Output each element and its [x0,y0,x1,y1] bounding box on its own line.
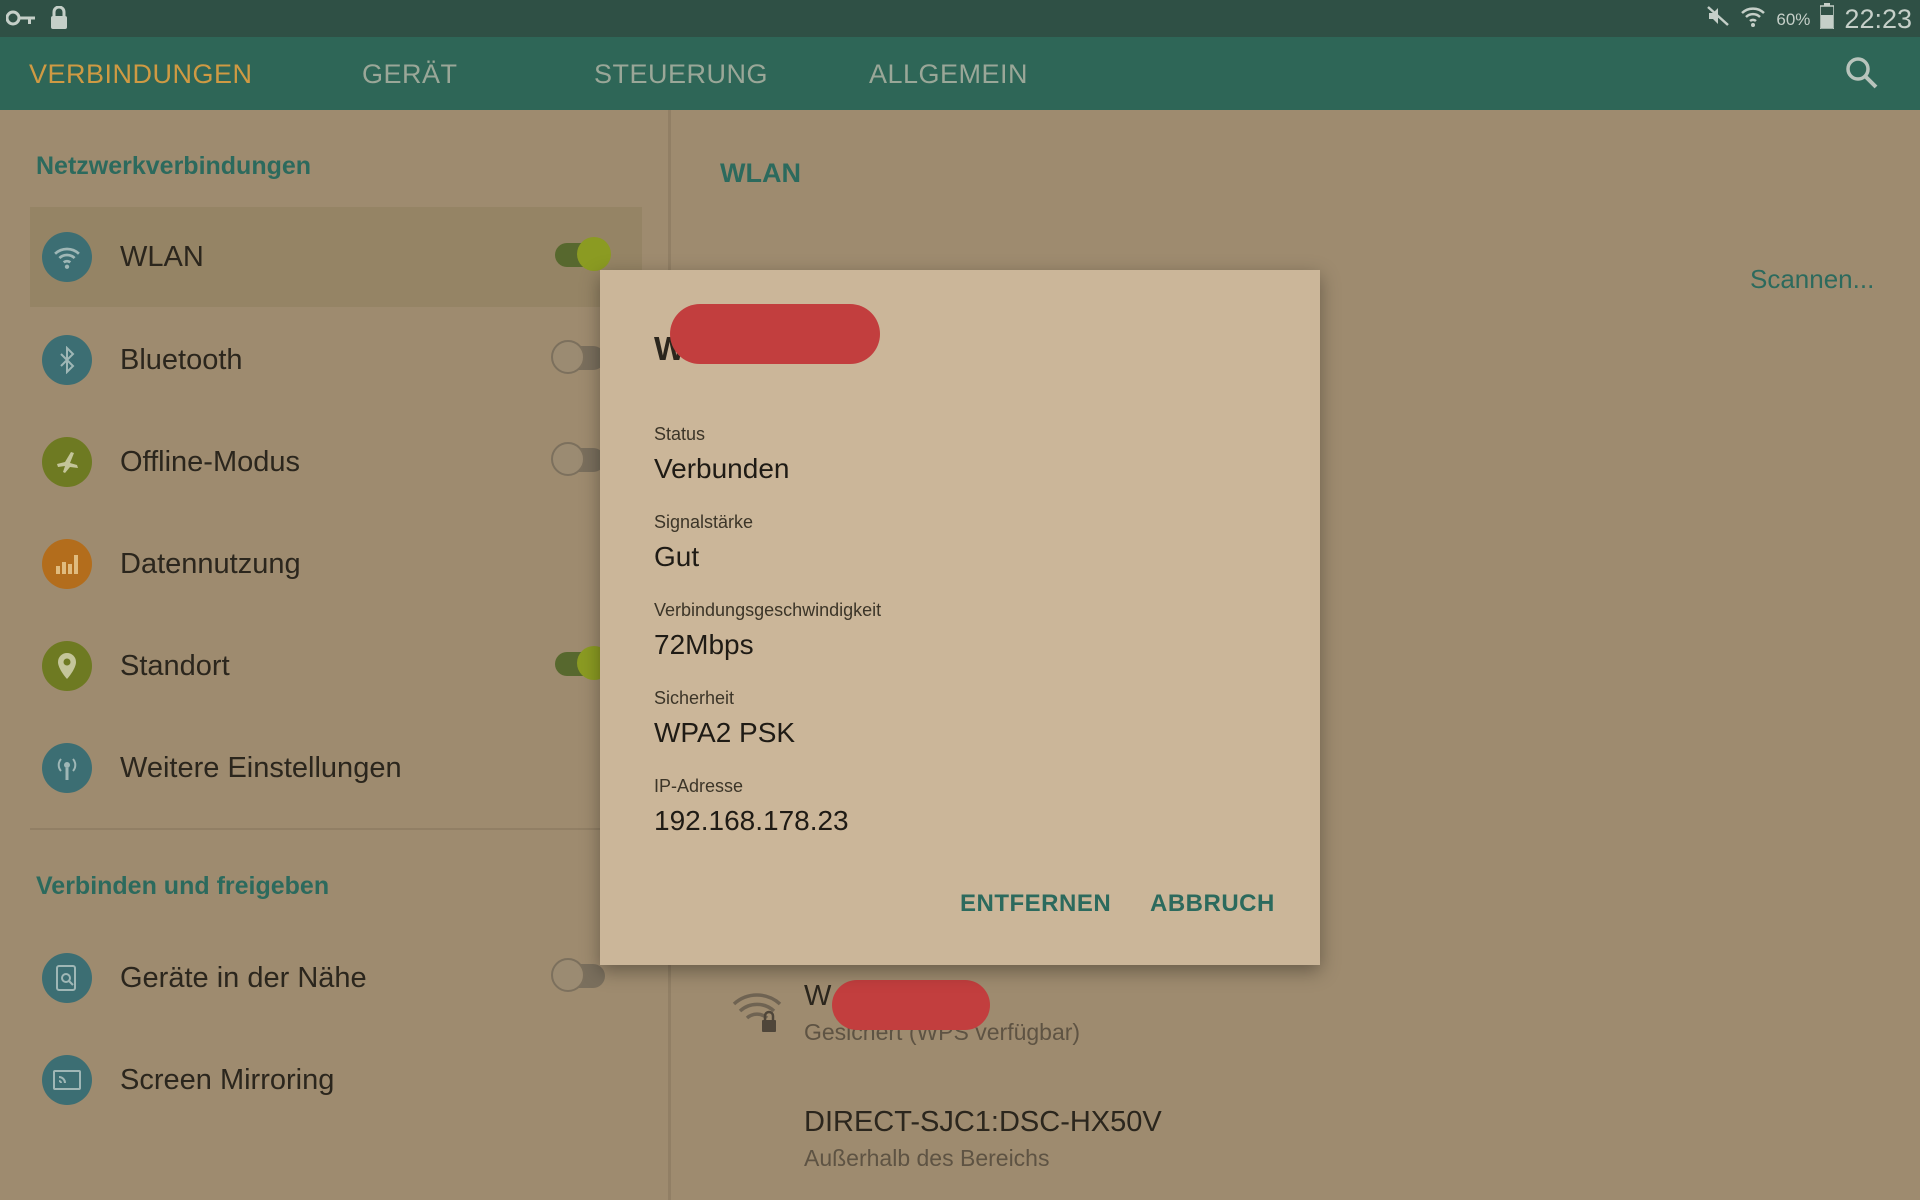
bluetooth-icon [42,335,92,385]
menu-item-label: Weitere Einstellungen [120,752,402,784]
field-value: 72Mbps [654,629,754,660]
bluetooth-toggle[interactable] [551,340,605,374]
field-value: Gut [654,541,700,572]
field-label: Sicherheit [654,688,735,708]
section-divider [30,828,642,830]
menu-item-location[interactable]: Standort [30,616,642,716]
screen-mirroring-icon [42,1055,92,1105]
tab-steuerung[interactable]: STEUERUNG [594,59,768,90]
wifi-icon [42,232,92,282]
data-usage-icon [42,539,92,589]
wifi-secured-icon [730,990,784,1036]
offline-mode-toggle[interactable] [551,442,605,476]
status-bar: 60% 22:23 [0,0,1920,37]
field-security: Sicherheit WPA2 PSK [654,688,795,749]
airplane-icon [42,437,92,487]
tab-geraet[interactable]: GERÄT [362,59,458,90]
menu-item-data-usage[interactable]: Datennutzung [30,514,642,614]
nearby-devices-toggle[interactable] [551,958,605,992]
field-value: WPA2 PSK [654,717,796,748]
wlan-toggle[interactable] [555,237,611,271]
location-icon [42,641,92,691]
menu-item-bluetooth[interactable]: Bluetooth [30,310,642,410]
remove-button[interactable]: ENTFERNEN [960,890,1111,918]
location-toggle[interactable] [555,646,611,680]
menu-item-label: Offline-Modus [120,446,300,478]
network-status: Außerhalb des Bereichs [804,1145,1050,1171]
lock-icon [50,5,68,35]
menu-item-offline-mode[interactable]: Offline-Modus [30,412,642,512]
field-link-speed: Verbindungsgeschwindigkeit 72Mbps [654,600,881,661]
menu-item-label: Bluetooth [120,344,243,376]
network-details-dialog: W Status Verbunden Signalstärke Gut Verb… [600,270,1320,965]
nearby-devices-icon [42,953,92,1003]
field-signal-strength: Signalstärke Gut [654,512,753,573]
cancel-button[interactable]: ABBRUCH [1150,890,1275,918]
redaction-mark [832,980,990,1030]
field-value: Verbunden [654,453,790,484]
settings-tab-bar: VERBINDUNGEN GERÄT STEUERUNG ALLGEMEIN [0,37,1920,110]
menu-item-label: Datennutzung [120,548,301,580]
menu-item-more-settings[interactable]: Weitere Einstellungen [30,718,642,818]
field-label: Signalstärke [654,512,754,532]
field-label: Status [654,424,706,444]
mute-icon [1706,4,1730,35]
network-name: DIRECT-SJC1:DSC-HX50V [804,1106,1162,1138]
search-icon[interactable] [1844,55,1880,91]
menu-item-label: WLAN [120,241,204,273]
tab-verbindungen[interactable]: VERBINDUNGEN [29,59,253,90]
battery-icon [1819,3,1836,36]
field-value: 192.168.178.23 [654,805,849,836]
section-header-connect-share: Verbinden und freigeben [36,872,330,900]
field-label: Verbindungsgeschwindigkeit [654,600,882,620]
network-list-item-direct[interactable]: DIRECT-SJC1:DSC-HX50V Außerhalb des Bere… [804,1106,1162,1172]
settings-menu-panel: Netzwerkverbindungen WLAN Bluetooth Offl… [0,110,670,1200]
wlan-page-title: WLAN [720,158,801,188]
field-label: IP-Adresse [654,776,744,796]
section-header-network: Netzwerkverbindungen [36,152,312,180]
wifi-icon [1740,4,1766,35]
menu-item-label: Geräte in der Nähe [120,962,367,994]
field-ip-address: IP-Adresse 192.168.178.23 [654,776,849,837]
more-settings-icon [42,743,92,793]
tab-allgemein[interactable]: ALLGEMEIN [869,59,1028,90]
redaction-mark [670,304,880,364]
menu-item-label: Screen Mirroring [120,1064,335,1096]
menu-item-label: Standort [120,650,230,682]
menu-item-screen-mirroring[interactable]: Screen Mirroring [30,1030,642,1130]
clock: 22:23 [1844,4,1912,34]
key-icon [5,8,36,33]
menu-item-nearby-devices[interactable]: Geräte in der Nähe [30,928,642,1028]
battery-percent: 60% [1776,9,1811,29]
menu-item-wlan[interactable]: WLAN [30,207,642,307]
scan-button[interactable]: Scannen... [1750,264,1874,295]
field-status: Status Verbunden [654,424,789,485]
